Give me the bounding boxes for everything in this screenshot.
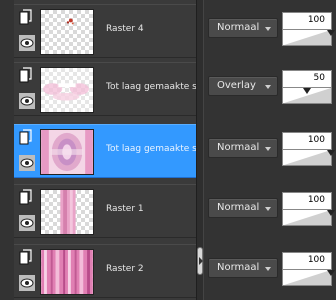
chevron-down-icon xyxy=(265,147,271,151)
opacity-wedge-shade xyxy=(283,210,331,225)
layer-controls xyxy=(19,9,35,55)
opacity-wedge-shade xyxy=(283,270,331,285)
opacity-value: 100 xyxy=(307,135,325,145)
opacity-value: 100 xyxy=(307,195,325,205)
opacity-field[interactable]: 100 xyxy=(282,252,332,270)
layer-controls xyxy=(19,129,35,175)
layer-row-raster-2[interactable]: Raster 2 xyxy=(14,244,196,298)
chevron-down-icon xyxy=(265,267,271,271)
layer-row-selection-overlay[interactable]: Tot laag gemaakte selectie xyxy=(14,62,196,116)
opacity-field[interactable]: 100 xyxy=(282,132,332,150)
opacity-value: 100 xyxy=(307,15,325,25)
opacity-control[interactable]: 50 xyxy=(282,64,334,108)
layer-properties-selection-overlay: Overlay 50 xyxy=(204,62,336,116)
raster-layer-icon[interactable] xyxy=(19,67,33,83)
opacity-field[interactable]: 100 xyxy=(282,192,332,210)
layer-thumbnail xyxy=(40,67,94,113)
layer-thumbnail xyxy=(40,189,94,235)
layer-name: Raster 2 xyxy=(106,264,144,274)
blend-mode-value: Normaal xyxy=(217,142,260,153)
thumbnail-art-pink-stripes xyxy=(41,250,93,294)
layer-controls xyxy=(19,67,35,113)
layer-properties-raster-2: Normaal 100 xyxy=(204,244,336,298)
blend-mode-dropdown[interactable]: Normaal xyxy=(208,198,278,218)
blend-mode-dropdown[interactable]: Normaal xyxy=(208,258,278,278)
opacity-control[interactable]: 100 xyxy=(282,186,335,230)
blend-mode-value: Normaal xyxy=(217,262,260,273)
layer-name: Tot laag gemaakte selectie xyxy=(106,144,196,154)
opacity-control[interactable]: 100 xyxy=(282,6,335,50)
opacity-slider-thumb[interactable] xyxy=(327,30,335,36)
opacity-slider-thumb[interactable] xyxy=(303,88,311,94)
layer-thumbnail xyxy=(40,129,94,175)
blend-mode-value: Normaal xyxy=(217,202,260,213)
opacity-control[interactable]: 100 xyxy=(282,126,335,170)
layer-properties-raster-1: Normaal 100 xyxy=(204,184,336,238)
blend-mode-value: Overlay xyxy=(217,80,256,91)
raster-layer-icon[interactable] xyxy=(19,249,33,265)
thumbnail-art-pink-band xyxy=(60,190,76,234)
layer-controls xyxy=(19,249,35,295)
opacity-value: 100 xyxy=(307,255,325,265)
layer-properties-selection-normal: Normaal 100 xyxy=(204,124,336,178)
eye-icon[interactable] xyxy=(19,93,35,109)
layer-row-raster-4[interactable]: Raster 4 xyxy=(14,4,196,58)
chevron-down-icon xyxy=(265,27,271,31)
opacity-wedge-shade xyxy=(283,30,331,45)
opacity-slider-thumb[interactable] xyxy=(327,150,335,156)
thumbnail-art-pink-blur xyxy=(41,68,93,112)
opacity-wedge-shade xyxy=(283,150,331,165)
opacity-value: 50 xyxy=(313,73,325,83)
opacity-control[interactable]: 100 xyxy=(282,246,335,290)
eye-icon[interactable] xyxy=(19,275,35,291)
eye-icon[interactable] xyxy=(19,215,35,231)
layer-controls xyxy=(19,189,35,235)
eye-icon[interactable] xyxy=(19,155,35,171)
thumbnail-art-pink-radial xyxy=(41,130,93,174)
layer-row-selection-normal-selected[interactable]: Tot laag gemaakte selectie xyxy=(14,124,196,178)
layer-name: Tot laag gemaakte selectie xyxy=(106,82,196,92)
opacity-slider-thumb[interactable] xyxy=(327,270,335,276)
blend-mode-dropdown[interactable]: Overlay xyxy=(208,76,278,96)
raster-layer-icon[interactable] xyxy=(19,9,33,25)
opacity-field[interactable]: 100 xyxy=(282,12,332,30)
opacity-slider[interactable] xyxy=(282,150,332,166)
blend-mode-value: Normaal xyxy=(217,22,260,33)
panel-splitter-arrow-icon[interactable] xyxy=(199,257,203,265)
layer-thumbnail xyxy=(40,9,94,55)
thumbnail-art-red-dots xyxy=(66,18,74,25)
chevron-down-icon xyxy=(265,85,271,89)
opacity-slider[interactable] xyxy=(282,30,332,46)
chevron-down-icon xyxy=(265,207,271,211)
layers-palette: Raster 4 Normaal 100 Tot laag gemaakte s… xyxy=(0,0,336,300)
opacity-field[interactable]: 50 xyxy=(282,70,332,88)
layer-thumbnail xyxy=(40,249,94,295)
blend-mode-dropdown[interactable]: Normaal xyxy=(208,138,278,158)
opacity-slider[interactable] xyxy=(282,210,332,226)
layer-row-raster-1[interactable]: Raster 1 xyxy=(14,184,196,238)
opacity-slider-thumb[interactable] xyxy=(327,210,335,216)
layer-name: Raster 1 xyxy=(106,204,144,214)
raster-layer-icon[interactable] xyxy=(19,129,33,145)
raster-layer-icon[interactable] xyxy=(19,189,33,205)
layer-properties-raster-4: Normaal 100 xyxy=(204,4,336,58)
blend-mode-dropdown[interactable]: Normaal xyxy=(208,18,278,38)
opacity-slider[interactable] xyxy=(282,270,332,286)
eye-icon[interactable] xyxy=(19,35,35,51)
layer-name: Raster 4 xyxy=(106,24,144,34)
